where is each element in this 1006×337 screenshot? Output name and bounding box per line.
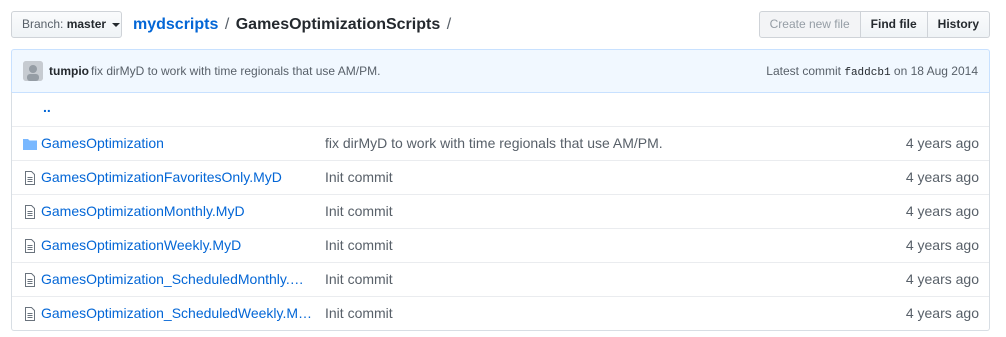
file-age: 4 years ago (905, 271, 979, 287)
file-name-link[interactable]: GamesOptimizationFavoritesOnly.MyD (41, 169, 313, 185)
file-commit-message[interactable]: Init commit (325, 203, 393, 219)
parent-directory-row[interactable]: .. (12, 92, 989, 126)
file-commit-message[interactable]: Init commit (325, 271, 393, 287)
folder-icon (23, 139, 37, 150)
list-item[interactable]: GamesOptimization fix dirMyD to work wit… (12, 126, 989, 160)
file-icon (25, 239, 35, 253)
caret-down-icon (112, 22, 121, 27)
latest-commit-bar: tumpio fix dirMyD to work with time regi… (11, 49, 990, 93)
list-item[interactable]: GamesOptimizationWeekly.MyD Init commit … (12, 228, 989, 262)
file-name-link[interactable]: GamesOptimization (41, 135, 313, 151)
breadcrumb: mydscripts / GamesOptimizationScripts / (133, 14, 453, 36)
find-file-button[interactable]: Find file (860, 11, 928, 38)
file-icon (25, 307, 35, 321)
parent-directory-link[interactable]: .. (43, 99, 51, 115)
file-icon (25, 205, 35, 219)
list-item[interactable]: GamesOptimization_ScheduledMonthly.MyD I… (12, 262, 989, 296)
breadcrumb-separator: / (224, 16, 230, 33)
branch-prefix: Branch: (22, 17, 64, 31)
breadcrumb-trailing-separator: / (446, 16, 452, 33)
user-avatar-icon (23, 61, 43, 81)
file-age: 4 years ago (905, 135, 979, 151)
file-name-link[interactable]: GamesOptimizationMonthly.MyD (41, 203, 313, 219)
file-age: 4 years ago (905, 203, 979, 219)
branch-select-button[interactable]: Branch: master (11, 11, 122, 38)
list-item[interactable]: GamesOptimizationFavoritesOnly.MyD Init … (12, 160, 989, 194)
file-age: 4 years ago (905, 305, 979, 321)
file-name-link[interactable]: GamesOptimization_ScheduledWeekly.MyD (41, 305, 313, 321)
avatar[interactable] (23, 61, 43, 81)
breadcrumb-current-directory: GamesOptimizationScripts (235, 16, 441, 33)
create-new-file-button[interactable]: Create new file (758, 11, 861, 38)
commit-date: on 18 Aug 2014 (893, 64, 978, 78)
file-commit-message[interactable]: Init commit (325, 169, 393, 185)
list-item[interactable]: GamesOptimizationMonthly.MyD Init commit… (12, 194, 989, 228)
file-name-link[interactable]: GamesOptimization_ScheduledMonthly.MyD (41, 271, 313, 287)
file-commit-message[interactable]: fix dirMyD to work with time regionals t… (325, 135, 663, 151)
commit-author-link[interactable]: tumpio (49, 64, 89, 78)
latest-commit-label: Latest commit (766, 64, 841, 78)
file-icon (25, 171, 35, 185)
file-age: 4 years ago (905, 169, 979, 185)
file-icon (25, 273, 35, 287)
latest-commit-info: Latest commit faddcb1 on 18 Aug 2014 (766, 64, 978, 79)
repo-toolbar: Branch: master mydscripts / GamesOptimiz… (11, 11, 990, 40)
file-name-link[interactable]: GamesOptimizationWeekly.MyD (41, 237, 313, 253)
commit-sha-link[interactable]: faddcb1 (844, 67, 890, 79)
breadcrumb-repo-link[interactable]: mydscripts (133, 16, 218, 33)
file-list: .. GamesOptimization fix dirMyD to work … (11, 92, 990, 331)
history-button[interactable]: History (927, 11, 990, 38)
file-age: 4 years ago (905, 237, 979, 253)
list-item[interactable]: GamesOptimization_ScheduledWeekly.MyD In… (12, 296, 989, 330)
file-actions: Create new file Find file History (758, 11, 990, 38)
file-commit-message[interactable]: Init commit (325, 305, 393, 321)
file-commit-message[interactable]: Init commit (325, 237, 393, 253)
commit-message-link[interactable]: fix dirMyD to work with time regionals t… (91, 64, 380, 78)
branch-name: master (66, 17, 107, 31)
